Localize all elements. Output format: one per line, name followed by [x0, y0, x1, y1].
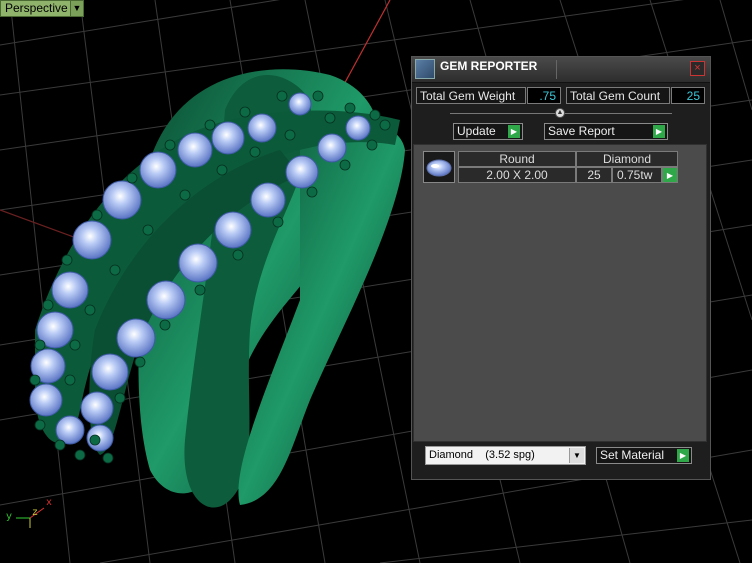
gem-weight-cell: 0.75tw: [612, 167, 662, 183]
gem-thumbnail-icon: [423, 151, 455, 183]
gem-row-play-icon[interactable]: ▶: [662, 167, 678, 183]
chevron-down-icon[interactable]: ▼: [569, 448, 584, 463]
play-icon: ▶: [653, 125, 665, 138]
save-report-button[interactable]: Save Report ▶: [544, 123, 668, 140]
column-header-material: Diamond: [576, 151, 678, 167]
save-report-button-label: Save Report: [548, 124, 615, 138]
set-material-button-label: Set Material: [600, 448, 665, 462]
titlebar-divider: [556, 60, 557, 79]
total-gem-weight-label: Total Gem Weight: [416, 87, 526, 104]
panel-splitter-handle[interactable]: ▲: [555, 108, 565, 118]
total-gem-count-value: 25: [671, 87, 705, 104]
viewport-dropdown-icon[interactable]: ▼: [70, 0, 84, 17]
column-header-shape: Round: [458, 151, 576, 167]
axis-z-label: z: [32, 508, 39, 519]
gem-reporter-titlebar[interactable]: GEM REPORTER ×: [412, 57, 710, 83]
axis-y-label: y: [6, 512, 13, 523]
axis-x-label: x: [46, 498, 53, 509]
viewport-label[interactable]: Perspective: [0, 0, 73, 17]
total-gem-count-label: Total Gem Count: [566, 87, 670, 104]
gem-count-cell: 25: [576, 167, 612, 183]
gem-size-cell: 2.00 X 2.00: [458, 167, 576, 183]
material-select[interactable]: Diamond (3.52 spg) ▼: [425, 446, 586, 465]
gem-reporter-title: GEM REPORTER: [440, 59, 538, 73]
axis-gizmo: [16, 507, 45, 528]
play-icon: ▶: [677, 449, 689, 462]
play-icon: ▶: [508, 125, 520, 138]
gem-reporter-panel: GEM REPORTER × Total Gem Weight .75 Tota…: [411, 56, 711, 480]
total-gem-weight-value: .75: [527, 87, 561, 104]
close-icon[interactable]: ×: [690, 61, 705, 76]
material-select-value: Diamond (3.52 spg): [429, 449, 535, 461]
gem-list: Round Diamond 2.00 X 2.00 25 0.75tw ▶: [413, 144, 707, 442]
ring-model[interactable]: [29, 69, 405, 508]
gem-reporter-icon: [415, 59, 435, 79]
set-material-button[interactable]: Set Material ▶: [596, 447, 692, 464]
update-button-label: Update: [457, 124, 496, 138]
update-button[interactable]: Update ▶: [453, 123, 523, 140]
